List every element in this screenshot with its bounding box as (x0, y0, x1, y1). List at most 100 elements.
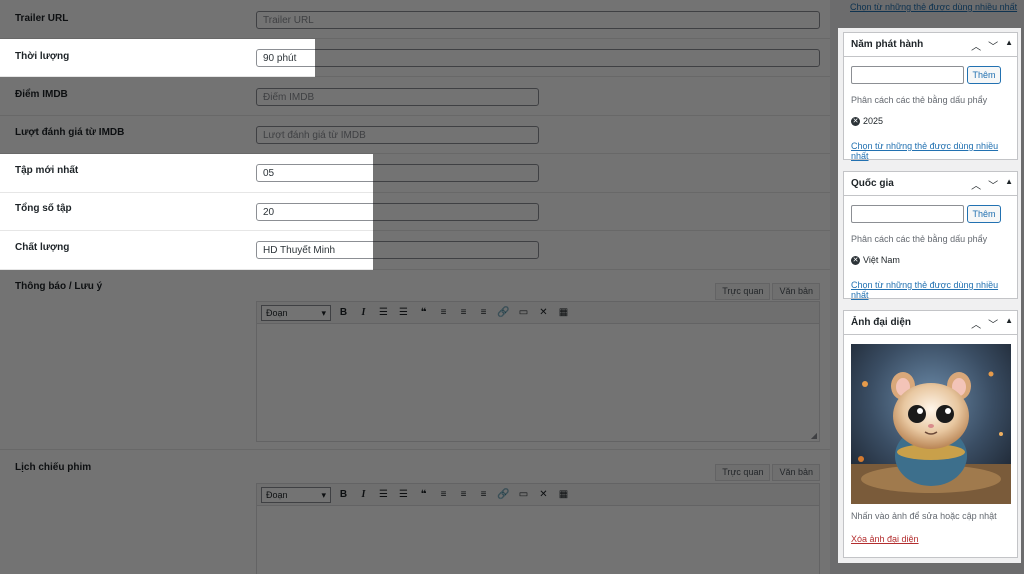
chat-luong-label: Chất lượng (15, 242, 70, 253)
tap-moi-nhat-label: Tập mới nhất (15, 165, 79, 176)
tag-label: Việt Nam (863, 255, 900, 265)
align-right-icon[interactable]: ≡ (476, 487, 491, 502)
trailer-url-input[interactable] (256, 11, 820, 29)
tag-label: 2025 (863, 116, 884, 126)
toolbar-toggle-icon[interactable]: ▦ (556, 305, 571, 320)
row-diem-imdb: Điểm IMDB (0, 77, 830, 116)
thoi-luong-label: Thời lượng (15, 51, 70, 62)
remove-tag-icon[interactable]: ✕ (851, 116, 860, 126)
row-tap-moi-nhat: Tập mới nhất (0, 154, 830, 193)
read-more-icon[interactable]: ▭ (516, 487, 531, 502)
tag-hint: Phân cách các thẻ bằng dấu phẩy (851, 95, 988, 105)
thong-bao-label: Thông báo / Lưu ý (15, 281, 103, 292)
tab-text[interactable]: Văn bản (772, 464, 820, 481)
tab-visual[interactable]: Trực quan (715, 464, 771, 481)
tab-text[interactable]: Văn bản (772, 283, 820, 300)
row-trailer-url: Trailer URL (0, 0, 830, 39)
editor-toolbar: Đoạn B I ☰ ☰ ❝ ≡ ≡ ≡ 🔗 ▭ ✕ ▦ (257, 302, 819, 324)
format-select[interactable]: Đoạn (261, 304, 331, 321)
tag-hint: Phân cách các thẻ bằng dấu phẩy (851, 234, 988, 244)
row-chat-luong: Chất lượng (0, 231, 830, 270)
bold-icon[interactable]: B (336, 487, 351, 502)
tab-visual[interactable]: Trực quan (715, 283, 771, 300)
box-title: Ảnh đại diện (851, 317, 911, 328)
row-lich-chieu: Lịch chiếu phim Trực quan Văn bản Đoạn B… (0, 450, 830, 574)
box-header: Quốc gia ︿ ﹀ ▲ (844, 172, 1017, 196)
numbered-list-icon[interactable]: ☰ (396, 487, 411, 502)
lich-chieu-label: Lịch chiếu phim (15, 462, 92, 473)
tag-item: ✕ 2025 (851, 116, 883, 126)
add-tag-button[interactable]: Thêm (967, 66, 1001, 84)
fullscreen-icon[interactable]: ✕ (536, 305, 551, 320)
chevron-up-icon[interactable]: ︿ (971, 177, 981, 192)
align-left-icon[interactable]: ≡ (436, 305, 451, 320)
editor-toolbar: Đoạn B I ☰ ☰ ❝ ≡ ≡ ≡ 🔗 ▭ ✕ ▦ (257, 484, 819, 506)
custom-fields-panel: Trailer URL Thời lượng Điểm IMDB Lượt đá… (0, 0, 830, 574)
bold-icon[interactable]: B (336, 305, 351, 320)
box-title: Năm phát hành (851, 39, 924, 50)
trailer-url-label: Trailer URL (15, 13, 69, 24)
chevron-up-icon[interactable]: ︿ (971, 38, 981, 53)
align-right-icon[interactable]: ≡ (476, 305, 491, 320)
tag-input[interactable] (851, 205, 964, 223)
italic-icon[interactable]: I (356, 487, 371, 502)
link-icon[interactable]: 🔗 (496, 305, 511, 320)
top-most-used-tags-link[interactable]: Chọn từ những thẻ được dùng nhiều nhất (850, 2, 1017, 12)
row-luot-danh-gia: Lượt đánh giá từ IMDB (0, 116, 830, 154)
luot-danh-gia-input[interactable] (256, 126, 539, 144)
quoc-gia-box: Quốc gia ︿ ﹀ ▲ Thêm Phân cách các thẻ bằ… (843, 171, 1018, 300)
toggle-arrow-icon[interactable]: ▲ (1005, 316, 1013, 331)
box-header: Năm phát hành ︿ ﹀ ▲ (844, 33, 1017, 57)
editor-content-area[interactable] (257, 506, 819, 574)
italic-icon[interactable]: I (356, 305, 371, 320)
anh-dai-dien-box: Ảnh đại diện ︿ ﹀ ▲ Nhấn vào ảnh để sửa h… (843, 310, 1018, 558)
remove-tag-icon[interactable]: ✕ (851, 255, 860, 265)
tag-item: ✕ Việt Nam (851, 255, 900, 265)
luot-danh-gia-label: Lượt đánh giá từ IMDB (15, 127, 125, 138)
chevron-down-icon[interactable]: ﹀ (988, 316, 998, 331)
thoi-luong-input[interactable] (256, 49, 820, 67)
tong-so-tap-input[interactable] (256, 203, 539, 221)
resize-handle-icon[interactable]: ◢ (811, 431, 817, 440)
link-icon[interactable]: 🔗 (496, 487, 511, 502)
toggle-arrow-icon[interactable]: ▲ (1005, 38, 1013, 53)
remove-featured-image-link[interactable]: Xóa ảnh đại diện (851, 534, 919, 544)
toolbar-toggle-icon[interactable]: ▦ (556, 487, 571, 502)
most-used-tags-link[interactable]: Chọn từ những thẻ được dùng nhiều nhất (851, 280, 1017, 300)
bullet-list-icon[interactable]: ☰ (376, 487, 391, 502)
featured-image-hint: Nhấn vào ảnh để sửa hoặc cập nhật (851, 511, 997, 521)
chevron-down-icon[interactable]: ﹀ (988, 38, 998, 53)
box-controls: ︿ ﹀ ▲ (971, 38, 1013, 53)
fullscreen-icon[interactable]: ✕ (536, 487, 551, 502)
most-used-tags-link[interactable]: Chọn từ những thẻ được dùng nhiều nhất (851, 141, 1017, 161)
blockquote-icon[interactable]: ❝ (416, 487, 431, 502)
box-controls: ︿ ﹀ ▲ (971, 316, 1013, 331)
chevron-down-icon[interactable]: ﹀ (988, 177, 998, 192)
diem-imdb-label: Điểm IMDB (15, 89, 68, 100)
align-center-icon[interactable]: ≡ (456, 487, 471, 502)
numbered-list-icon[interactable]: ☰ (396, 305, 411, 320)
add-tag-button[interactable]: Thêm (967, 205, 1001, 223)
format-select[interactable]: Đoạn (261, 486, 331, 503)
align-center-icon[interactable]: ≡ (456, 305, 471, 320)
editor-content-area[interactable] (257, 324, 819, 441)
row-thong-bao: Thông báo / Lưu ý Trực quan Văn bản Đoạn… (0, 270, 830, 450)
nam-phat-hanh-box: Năm phát hành ︿ ﹀ ▲ Thêm Phân cách các t… (843, 32, 1018, 161)
diem-imdb-input[interactable] (256, 88, 539, 106)
thong-bao-editor: Đoạn B I ☰ ☰ ❝ ≡ ≡ ≡ 🔗 ▭ ✕ ▦ ◢ (256, 301, 820, 442)
row-tong-so-tap: Tổng số tập (0, 193, 830, 231)
tap-moi-nhat-input[interactable] (256, 164, 539, 182)
tong-so-tap-label: Tổng số tập (15, 203, 72, 214)
blockquote-icon[interactable]: ❝ (416, 305, 431, 320)
align-left-icon[interactable]: ≡ (436, 487, 451, 502)
box-controls: ︿ ﹀ ▲ (971, 177, 1013, 192)
featured-image[interactable] (851, 344, 1011, 504)
read-more-icon[interactable]: ▭ (516, 305, 531, 320)
box-title: Quốc gia (851, 178, 894, 189)
chat-luong-input[interactable] (256, 241, 539, 259)
box-header: Ảnh đại diện ︿ ﹀ ▲ (844, 311, 1017, 335)
bullet-list-icon[interactable]: ☰ (376, 305, 391, 320)
tag-input[interactable] (851, 66, 964, 84)
chevron-up-icon[interactable]: ︿ (971, 316, 981, 331)
toggle-arrow-icon[interactable]: ▲ (1005, 177, 1013, 192)
